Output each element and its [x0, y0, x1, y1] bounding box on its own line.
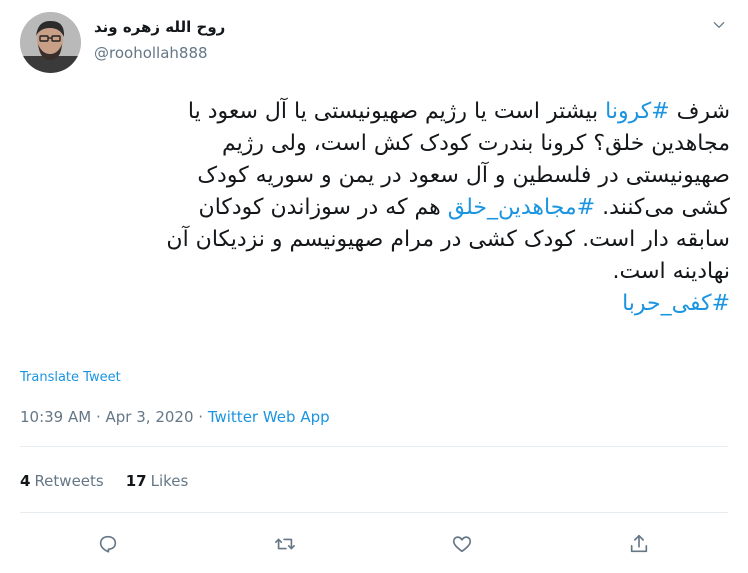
retweet-button[interactable]	[269, 528, 301, 560]
tweet-text-segment: سابقه دار است. کودک کشی در مرام صهیونیسم…	[166, 227, 730, 252]
meta-separator: ·	[91, 408, 106, 426]
retweets-label: Retweets	[34, 472, 104, 490]
reply-icon	[99, 535, 117, 553]
tweet-text-line: شرف #کرونا بیشتر است یا رژیم صهیونیستی ی…	[14, 96, 730, 128]
author-display-name[interactable]: روح الله زهره وند	[94, 18, 225, 36]
tweet-text-segment: شرف	[669, 99, 730, 124]
tweet-text-segment: بیشتر است یا رژیم صهیونیستی یا آل سعود ی…	[187, 99, 606, 124]
divider	[20, 512, 728, 513]
likes-count: 17	[125, 472, 147, 490]
retweet-icon	[275, 538, 295, 550]
tweet-time[interactable]: 10:39 AM	[20, 408, 91, 426]
tweet-date[interactable]: Apr 3, 2020	[106, 408, 194, 426]
hashtag-link[interactable]: #کفی_حربا	[622, 291, 730, 316]
tweet-text-line: مجاهدین خلق؟ کرونا بندرت کودک کش است، ول…	[14, 128, 730, 160]
tweet-text-line: کشی می‌کنند. #مجاهدین_خلق هم که در سوزان…	[14, 192, 730, 224]
avatar[interactable]	[20, 12, 81, 73]
share-button[interactable]	[623, 528, 655, 560]
likes-stat[interactable]: 17 Likes	[126, 472, 189, 490]
tweet-source-link[interactable]: Twitter Web App	[208, 408, 330, 426]
like-button[interactable]	[446, 528, 478, 560]
tweet-text-line: #کفی_حربا	[14, 288, 730, 320]
tweet-text-line: سابقه دار است. کودک کشی در مرام صهیونیسم…	[14, 224, 730, 256]
tweet-meta: 10:39 AM · Apr 3, 2020 · Twitter Web App	[20, 408, 330, 426]
likes-label: Likes	[150, 472, 189, 490]
like-icon	[452, 536, 472, 553]
reply-button[interactable]	[92, 528, 124, 560]
retweets-stat[interactable]: 4 Retweets	[20, 472, 104, 490]
tweet-text-line: صهیونیستی در فلسطین و آل سعود در یمن و س…	[14, 160, 730, 192]
hashtag-link[interactable]: #کرونا	[605, 99, 670, 124]
tweet-text-line: نهادینه است.	[14, 256, 730, 288]
chevron-down-icon[interactable]	[708, 14, 730, 36]
tweet-stats: 4 Retweets 17 Likes	[20, 472, 188, 490]
tweet-actions	[0, 528, 748, 562]
tweet-text-segment: نهادینه است.	[612, 259, 730, 284]
tweet-text-segment: هم که در سوزاندن کودکان	[198, 195, 448, 220]
tweet-text-segment: مجاهدین خلق؟ کرونا بندرت کودک کش است، ول…	[221, 131, 730, 156]
meta-separator-2: ·	[193, 408, 208, 426]
hashtag-link[interactable]: #مجاهدین_خلق	[448, 195, 595, 220]
tweet-text-segment: صهیونیستی در فلسطین و آل سعود در یمن و س…	[197, 163, 730, 188]
tweet-text-segment: کشی می‌کنند.	[595, 195, 730, 220]
retweets-count: 4	[20, 472, 31, 490]
divider	[20, 446, 728, 447]
share-icon	[630, 534, 648, 553]
translate-tweet-link[interactable]: Translate Tweet	[20, 370, 121, 385]
tweet-text: شرف #کرونا بیشتر است یا رژیم صهیونیستی ی…	[14, 96, 730, 320]
author-handle[interactable]: @roohollah888	[94, 44, 208, 62]
